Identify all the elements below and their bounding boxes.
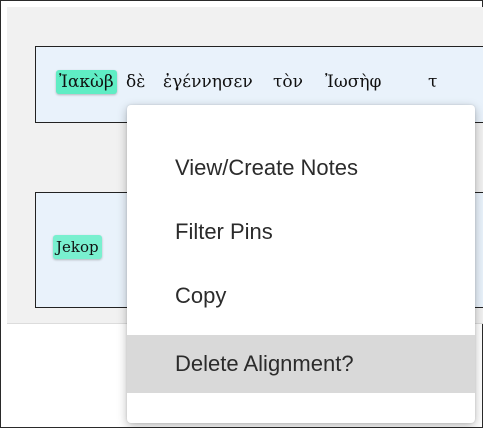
window-frame: Ἰακὼβ δὲ ἐγέννησεν τὸν Ἰωσὴφ τ Jekop Γ V… (0, 0, 483, 428)
source-word[interactable]: Ἰωσὴφ (325, 72, 381, 92)
source-word[interactable]: δὲ (126, 72, 145, 92)
menu-item-copy[interactable]: Copy (127, 268, 475, 324)
source-word[interactable]: τὸν (273, 72, 303, 92)
menu-item-filter-pins[interactable]: Filter Pins (127, 204, 475, 260)
menu-item-view-create-notes[interactable]: View/Create Notes (127, 140, 475, 196)
context-menu: View/Create Notes Filter Pins Copy Delet… (127, 105, 475, 423)
target-word-selected[interactable]: Jekop (53, 235, 102, 259)
source-word[interactable]: τ (428, 72, 437, 92)
source-word[interactable]: ἐγέννησεν (163, 72, 253, 92)
source-word-selected[interactable]: Ἰακὼβ (56, 70, 117, 94)
menu-item-delete-alignment[interactable]: Delete Alignment? (127, 335, 475, 393)
